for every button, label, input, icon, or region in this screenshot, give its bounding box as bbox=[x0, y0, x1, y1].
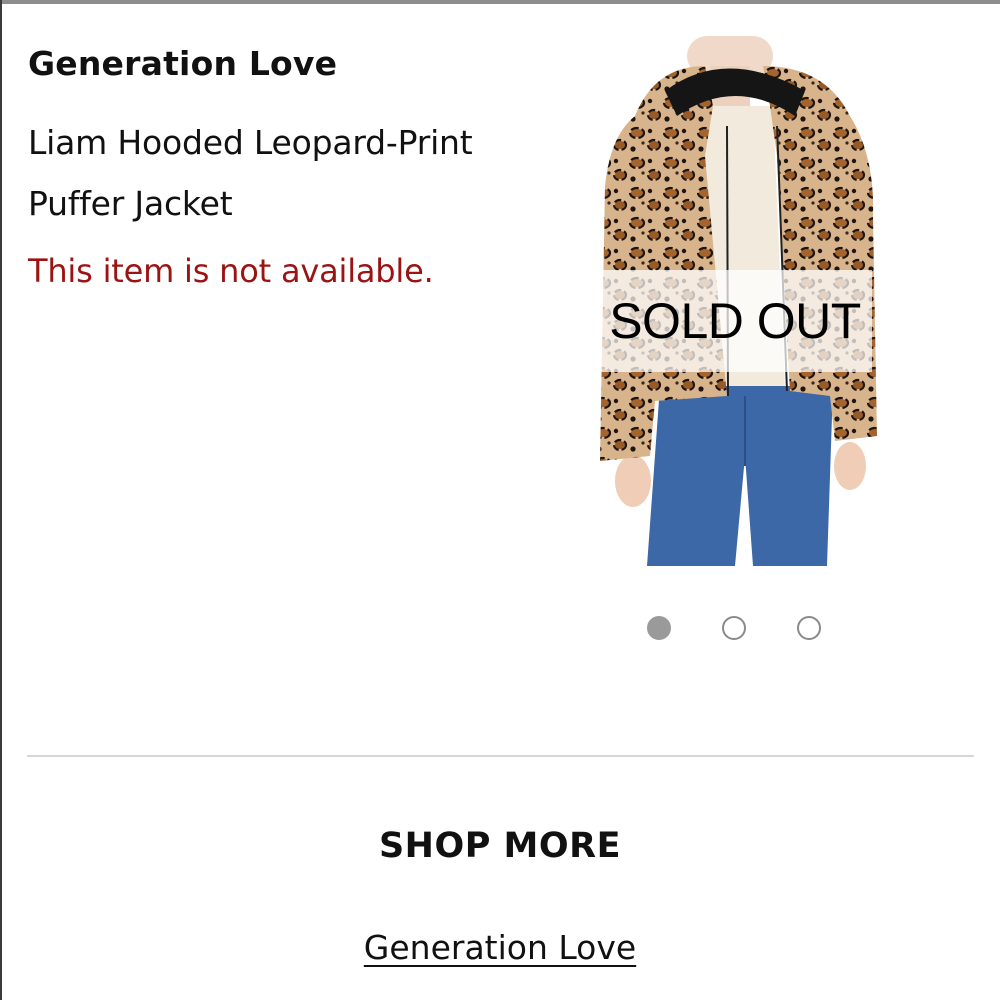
sold-out-label: SOLD OUT bbox=[609, 293, 861, 349]
image-carousel-dots bbox=[647, 616, 821, 642]
product-title-line-2: Puffer Jacket bbox=[28, 184, 233, 223]
availability-message: This item is not available. bbox=[28, 252, 434, 290]
sold-out-overlay: SOLD OUT bbox=[598, 270, 872, 372]
carousel-dot-2[interactable] bbox=[722, 616, 746, 640]
shop-more-heading: SHOP MORE bbox=[378, 826, 622, 866]
section-divider bbox=[27, 755, 974, 757]
product-title-line-1: Liam Hooded Leopard-Print bbox=[28, 123, 473, 162]
carousel-dot-1[interactable] bbox=[647, 616, 671, 640]
carousel-dot-3[interactable] bbox=[797, 616, 821, 640]
top-border bbox=[0, 0, 1000, 4]
brand-name: Generation Love bbox=[28, 44, 338, 83]
shop-more-brand-link[interactable]: Generation Love bbox=[0, 928, 1000, 967]
product-title: Liam Hooded Leopard-Print Puffer Jacket bbox=[28, 112, 498, 234]
